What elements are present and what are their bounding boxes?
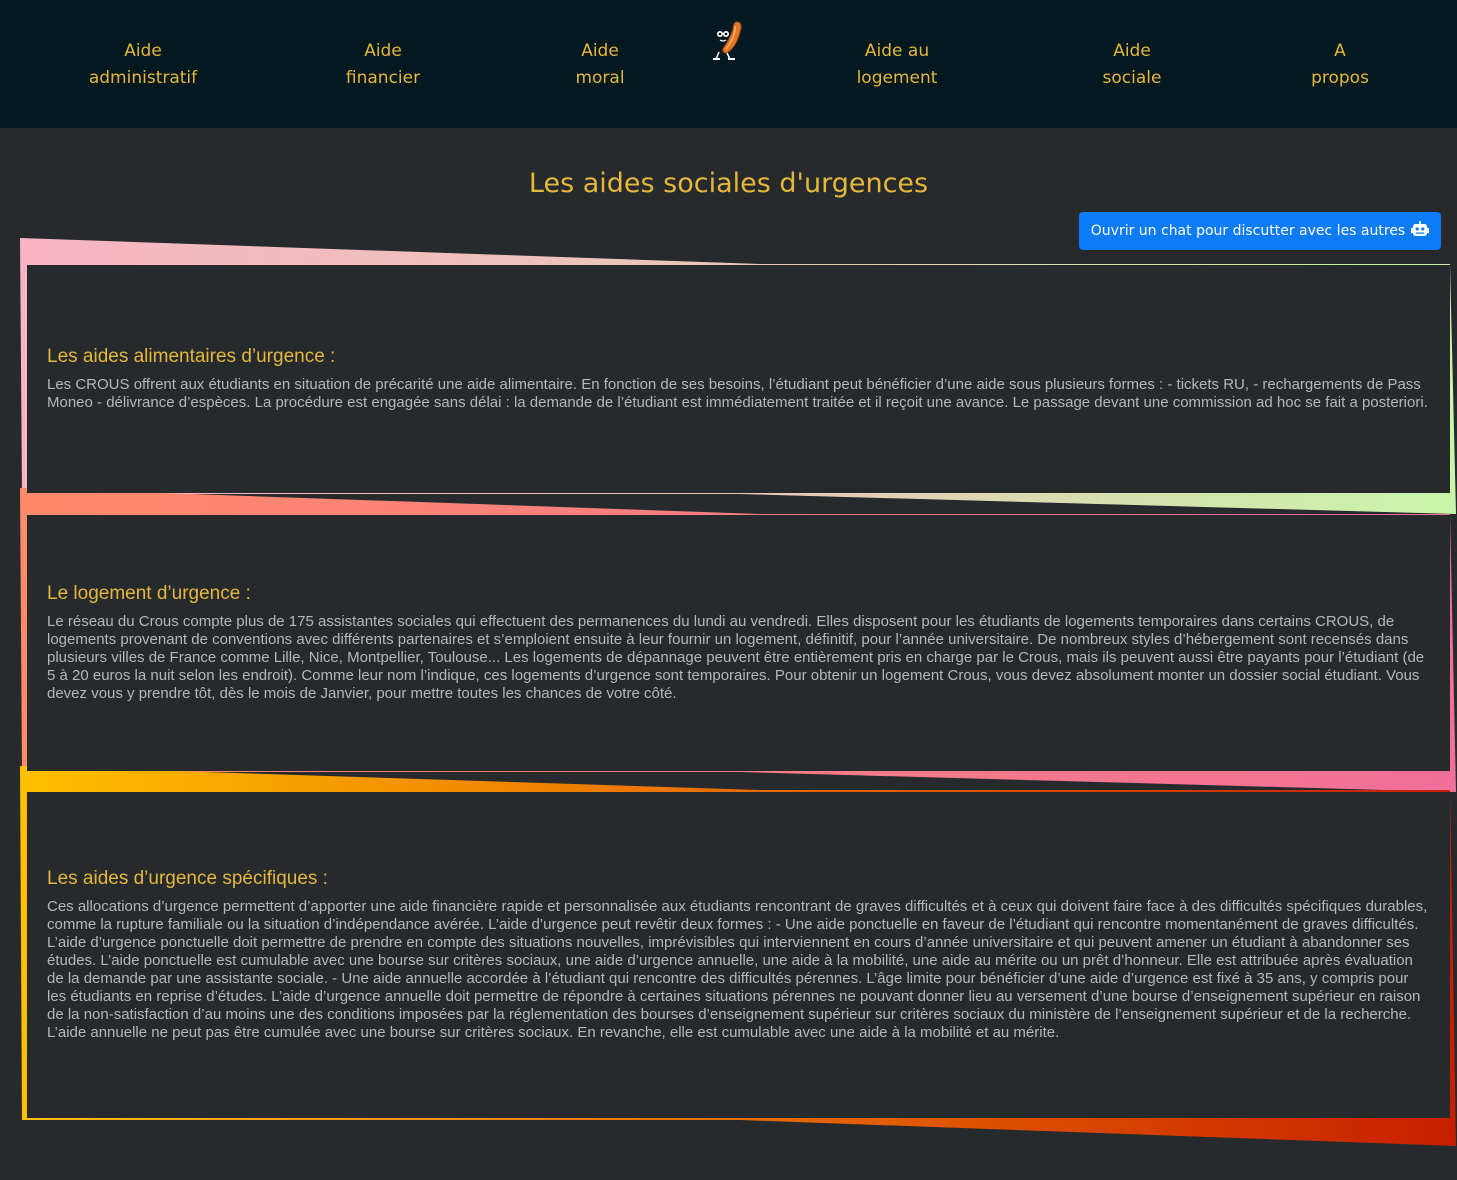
nav-link-line: logement	[856, 68, 938, 88]
section-text: Les CROUS offrent aux étudiants en situa…	[47, 376, 1428, 411]
top-navbar: Aide administratif Aide financier Aide m…	[0, 0, 1457, 128]
nav-link-aide-administratif[interactable]: Aide administratif	[89, 38, 197, 92]
nav-link-line: financier	[345, 68, 421, 88]
nav-link-a-propos[interactable]: A propos	[1311, 38, 1369, 92]
section-card-housing: Le logement d’urgence : Le réseau du Cro…	[27, 515, 1450, 771]
nav-link-aide-financier[interactable]: Aide financier	[346, 38, 420, 92]
nav-link-aide-moral[interactable]: Aide moral	[575, 38, 624, 92]
nav-link-line: Aide	[581, 41, 619, 61]
section-card-food-aid: Les aides alimentaires d’urgence : Les C…	[27, 265, 1450, 493]
section-heading: Le logement d’urgence :	[47, 583, 251, 604]
section-heading: Les aides d’urgence spécifiques :	[47, 868, 328, 889]
nav-link-aide-sociale[interactable]: Aide sociale	[1103, 38, 1162, 92]
nav-link-line: Aide	[1113, 41, 1151, 61]
section-heading: Les aides alimentaires d’urgence :	[47, 346, 336, 367]
chat-button-label: Ouvrir un chat pour discutter avec les a…	[1090, 223, 1406, 239]
nav-link-line: sociale	[1102, 68, 1162, 88]
nav-link-line: Aide	[124, 41, 162, 61]
nav-link-line: Aide au	[864, 41, 930, 61]
nav-link-line: propos	[1311, 68, 1369, 88]
nav-link-line: Aide	[364, 41, 402, 61]
nav-link-line: A	[1334, 41, 1346, 61]
open-chat-button[interactable]: Ouvrir un chat pour discutter avec les a…	[1079, 212, 1441, 250]
nav-link-line: moral	[575, 68, 625, 88]
sausage-mascot-icon[interactable]	[711, 18, 751, 62]
section-text: Le réseau du Crous compte plus de 175 as…	[47, 613, 1425, 702]
nav-link-line: administratif	[88, 68, 198, 88]
section-text: Ces allocations d’urgence permettent d’a…	[47, 898, 1428, 1041]
section-card-specific-aid: Les aides d’urgence spécifiques : Ces al…	[27, 792, 1450, 1118]
page-title: Les aides sociales d'urgences	[528, 168, 929, 199]
nav-link-aide-logement[interactable]: Aide au logement	[857, 38, 938, 92]
robot-icon	[1411, 221, 1430, 241]
